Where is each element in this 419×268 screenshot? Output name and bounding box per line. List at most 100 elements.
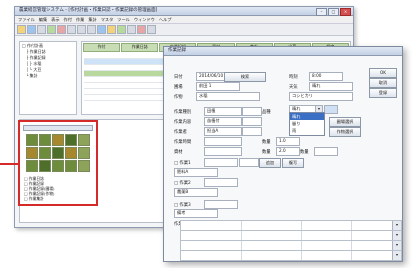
- crop-select-button[interactable]: 作物選択: [329, 127, 361, 137]
- close-button[interactable]: ×: [340, 8, 351, 16]
- tab-planting[interactable]: 作付: [83, 43, 121, 52]
- field-photo-thumbnail[interactable]: [52, 147, 64, 159]
- worker-input[interactable]: 担当A: [204, 127, 242, 136]
- worker-code[interactable]: [242, 127, 262, 136]
- field-label: 圃場: [174, 85, 183, 90]
- add-button[interactable]: 追加: [259, 158, 281, 168]
- crop-label: 作物: [174, 95, 183, 100]
- check-detail-input-3[interactable]: [204, 200, 238, 209]
- search-button[interactable]: 検索: [224, 72, 266, 82]
- field-photo-thumbnail[interactable]: [39, 134, 51, 146]
- variety-input[interactable]: コシヒカリ: [289, 92, 353, 101]
- time-label: 時刻: [289, 75, 298, 80]
- callout-list-item[interactable]: □ 作業集計: [24, 196, 44, 201]
- field-select-button[interactable]: 圃場選択: [329, 117, 361, 127]
- cut-icon[interactable]: [67, 25, 76, 34]
- field-photo-thumbnail[interactable]: [26, 134, 38, 146]
- calendar-icon[interactable]: [107, 25, 116, 34]
- field-input[interactable]: 前田 1: [196, 82, 240, 91]
- chart-icon[interactable]: [117, 25, 126, 34]
- check-detail-input-1[interactable]: [204, 158, 238, 167]
- work-content-code[interactable]: [242, 117, 262, 126]
- settings-icon[interactable]: [127, 25, 136, 34]
- field-photo-thumbnail[interactable]: [65, 160, 77, 172]
- menu-help[interactable]: ヘルプ: [159, 16, 172, 23]
- variety-label: 品種: [262, 110, 271, 115]
- copy-button[interactable]: 複写: [282, 158, 304, 168]
- menu-tools[interactable]: ツール: [117, 16, 130, 23]
- help-icon[interactable]: [137, 25, 146, 34]
- window-controls: – □ ×: [316, 8, 351, 16]
- weather-display[interactable]: 晴れ: [309, 82, 353, 91]
- material-b-input[interactable]: 農薬B: [174, 188, 218, 197]
- minimize-button[interactable]: –: [316, 8, 327, 16]
- add-icon[interactable]: [47, 25, 56, 34]
- work-content-label: 作業内容: [174, 120, 192, 125]
- field-photo-thumbnail[interactable]: [78, 160, 90, 172]
- check-detail-code-1[interactable]: [239, 158, 259, 167]
- time-field[interactable]: 8:00: [309, 72, 343, 81]
- chevron-down-icon[interactable]: ▾: [392, 221, 401, 230]
- menu-file[interactable]: ファイル: [18, 16, 35, 23]
- tree-item[interactable]: └ 集計: [22, 73, 74, 79]
- field-photo-thumbnail[interactable]: [78, 147, 90, 159]
- paste-icon[interactable]: [87, 25, 96, 34]
- checkbox-work1[interactable]: □ 作業1: [174, 160, 191, 166]
- memo-input[interactable]: 備考: [174, 209, 218, 218]
- chevron-down-icon[interactable]: ▾: [392, 241, 401, 250]
- amount-input-3[interactable]: [314, 147, 338, 156]
- work-type-code[interactable]: [242, 107, 262, 116]
- field-photo-thumbnail[interactable]: [65, 147, 77, 159]
- crop-input[interactable]: 水稲: [196, 92, 260, 101]
- material-a-input[interactable]: 肥料A: [174, 168, 218, 177]
- checkbox-work3[interactable]: □ 作業3: [174, 202, 191, 208]
- folder-icon[interactable]: [17, 25, 26, 34]
- field-photo-thumbnail[interactable]: [39, 147, 51, 159]
- ok-button[interactable]: OK: [369, 68, 397, 78]
- amount-label-2: 数量: [262, 150, 271, 155]
- field-photo-thumbnail[interactable]: [65, 134, 77, 146]
- chevron-down-icon[interactable]: ▾: [392, 251, 401, 260]
- field-photo-thumbnail[interactable]: [52, 160, 64, 172]
- delete-icon[interactable]: [57, 25, 66, 34]
- field-photo-thumbnail[interactable]: [26, 147, 38, 159]
- option-cloudy[interactable]: 曇り: [290, 120, 324, 127]
- materials-input[interactable]: [204, 147, 242, 156]
- chevron-down-icon[interactable]: ▾: [392, 231, 401, 240]
- table-row[interactable]: ▾: [180, 250, 402, 261]
- print-icon[interactable]: [37, 25, 46, 34]
- menu-planting[interactable]: 作付: [64, 16, 72, 23]
- register-button[interactable]: 登録: [369, 88, 397, 98]
- panel-header: [23, 125, 93, 131]
- field-photo-thumbnail[interactable]: [39, 160, 51, 172]
- work-content-input[interactable]: 苗植付: [204, 117, 242, 126]
- menu-view[interactable]: 表示: [51, 16, 59, 23]
- highlighted-image-panel: □ 作業日誌 □ 作業記録 □ 作業記録(圃場) □ 作業記録(作物) □ 作業…: [18, 120, 98, 206]
- amount-input-1[interactable]: 1.0: [276, 137, 300, 146]
- menu-edit[interactable]: 編集: [39, 16, 47, 23]
- search-icon[interactable]: [97, 25, 106, 34]
- check-detail-input-2[interactable]: [204, 178, 238, 187]
- field-photo-thumbnail[interactable]: [52, 134, 64, 146]
- work-type-input[interactable]: 田植: [204, 107, 242, 116]
- field-photo-thumbnail[interactable]: [26, 160, 38, 172]
- menu-bar: ファイル 編集 表示 作付 作業 集計 マスタ ツール ウィンドウ ヘルプ: [15, 16, 353, 24]
- menu-window[interactable]: ウィンドウ: [134, 16, 155, 23]
- work-time-input[interactable]: [204, 137, 242, 146]
- window-title: 農業経営管理システム - [作付計画・作業日誌・作業記録の管理画面]: [15, 7, 353, 16]
- menu-summary[interactable]: 集計: [88, 16, 96, 23]
- field-photo-thumbnail[interactable]: [78, 134, 90, 146]
- save-icon[interactable]: [27, 25, 36, 34]
- amount-input-2[interactable]: 2.0: [276, 147, 300, 156]
- option-sunny[interactable]: 晴れ: [290, 113, 324, 120]
- worker-label: 作業者: [174, 130, 187, 135]
- cancel-button[interactable]: 取消: [369, 78, 397, 88]
- checkbox-work2[interactable]: □ 作業2: [174, 180, 191, 186]
- menu-master[interactable]: マスタ: [101, 16, 114, 23]
- option-rain[interactable]: 雨: [290, 127, 324, 134]
- tab-diary[interactable]: 作業日誌: [121, 43, 159, 52]
- maximize-button[interactable]: □: [328, 8, 339, 16]
- exit-icon[interactable]: [147, 25, 156, 34]
- copy-icon[interactable]: [77, 25, 86, 34]
- menu-work[interactable]: 作業: [76, 16, 84, 23]
